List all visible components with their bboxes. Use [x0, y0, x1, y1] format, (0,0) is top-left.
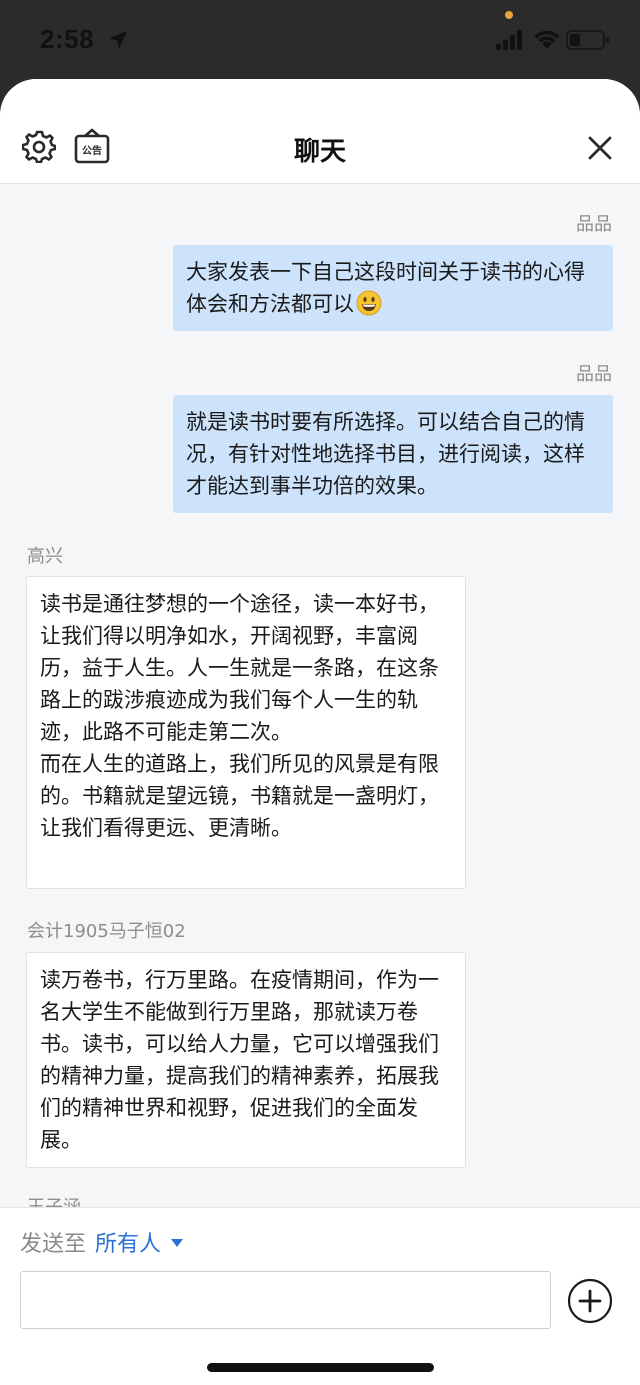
message-sender: 会计1905马子恒02 — [27, 921, 186, 942]
message-text: 就是读书时要有所选择。可以结合自己的情况，有针对性地选择书目，进行阅读，这样才能… — [186, 410, 585, 498]
message-input[interactable] — [20, 1271, 551, 1329]
message-sender: 品品 — [576, 214, 612, 235]
message-bubble: 大家发表一下自己这段时间关于读书的心得体会和方法都可以 — [173, 245, 613, 331]
battery-icon — [566, 30, 609, 50]
location-arrow-icon — [109, 31, 127, 49]
composer: 发送至 所有人 — [0, 1207, 640, 1385]
caret-down-icon — [171, 1239, 184, 1247]
chat-header: 公告 聊天 — [0, 79, 640, 184]
recipient-value: 所有人 — [95, 1232, 162, 1257]
recipient-dropdown[interactable]: 所有人 — [95, 1226, 184, 1258]
plus-circle-icon[interactable] — [567, 1278, 613, 1324]
privacy-indicator-dot — [505, 11, 513, 19]
message-bubble: 读书是通往梦想的一个途径，读一本好书，让我们得以明净如水，开阔视野，丰富阅历，益… — [26, 576, 466, 889]
page-title: 聊天 — [293, 137, 346, 167]
home-indicator[interactable] — [207, 1363, 434, 1372]
send-to-label: 发送至 — [20, 1232, 87, 1257]
message-sender: 王子涵 — [27, 1197, 81, 1208]
grinning-face-icon — [356, 290, 382, 316]
message-bubble: 就是读书时要有所选择。可以结合自己的情况，有针对性地选择书目，进行阅读，这样才能… — [173, 395, 613, 513]
message-sender: 品品 — [576, 364, 612, 385]
message-bubble: 读万卷书，行万里路。在疫情期间，作为一名大学生不能做到行万里路，那就读万卷书。读… — [26, 952, 466, 1168]
message-list[interactable]: 品品 大家发表一下自己这段时间关于读书的心得体会和方法都可以 品品 就是读书时要… — [0, 185, 640, 1208]
cellular-signal-icon — [496, 30, 522, 50]
message-text: 大家发表一下自己这段时间关于读书的心得体会和方法都可以 — [186, 260, 585, 316]
status-time: 2:58 — [40, 24, 95, 54]
chat-sheet: 公告 聊天 品品 大家发表一下自己这段时间关于读书的心得体会和方法都可以 品品 … — [0, 79, 640, 1385]
status-bar: 2:58 — [0, 0, 640, 80]
message-text: 读书是通往梦想的一个途径，读一本好书，让我们得以明净如水，开阔视野，丰富阅历，益… — [40, 592, 439, 840]
message-text: 读万卷书，行万里路。在疫情期间，作为一名大学生不能做到行万里路，那就读万卷书。读… — [40, 968, 439, 1152]
wifi-icon — [534, 30, 560, 49]
message-sender: 高兴 — [27, 546, 63, 567]
close-icon[interactable] — [586, 134, 614, 162]
